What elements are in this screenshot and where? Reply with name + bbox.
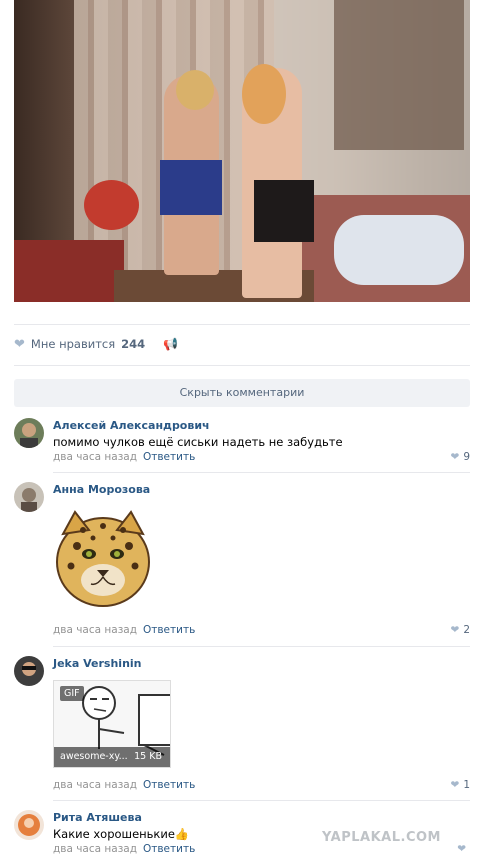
comment-meta: два часа назад Ответить	[53, 843, 195, 855]
divider	[14, 365, 470, 366]
avatar[interactable]	[14, 482, 44, 512]
avatar[interactable]	[14, 656, 44, 686]
heart-icon[interactable]: ❤	[451, 624, 460, 636]
post-photo[interactable]	[14, 0, 470, 302]
comment-author[interactable]: Рита Атяшева	[53, 811, 142, 824]
heart-icon[interactable]: ❤	[451, 779, 460, 791]
reply-link[interactable]: Ответить	[143, 779, 195, 791]
comment-meta: два часа назад Ответить	[53, 779, 195, 791]
comment-likes-count: 9	[463, 451, 470, 463]
like-button-label[interactable]: Мне нравится	[31, 337, 115, 351]
comment-likes-count: 1	[463, 779, 470, 791]
comment-likes[interactable]: ❤ 9	[451, 451, 471, 463]
divider	[53, 472, 470, 473]
heart-icon[interactable]: ❤	[451, 451, 460, 463]
comment-meta: два часа назад Ответить	[53, 624, 195, 636]
comment-time[interactable]: два часа назад	[53, 843, 137, 855]
avatar[interactable]	[14, 810, 44, 840]
comment-likes[interactable]: ❤ 1	[451, 779, 471, 791]
comment-author[interactable]: Анна Морозова	[53, 483, 150, 496]
comment-likes[interactable]: ❤ 2	[451, 624, 471, 636]
comment: Анна Морозова два часа назад Ответить ❤ 2	[14, 482, 470, 642]
comment-text: Какие хорошенькие👍	[53, 827, 190, 841]
like-count[interactable]: 244	[121, 337, 145, 351]
divider	[14, 324, 470, 325]
divider	[53, 646, 470, 647]
gif-badge: GIF	[60, 686, 84, 701]
gif-filename: awesome-xy...	[60, 751, 128, 762]
comment-likes[interactable]: ❤	[457, 843, 470, 855]
gif-info-bar: awesome-xy... 15 KB	[54, 747, 170, 767]
gif-size: 15 KB	[134, 751, 162, 762]
reply-link[interactable]: Ответить	[143, 624, 195, 636]
comment: Алексей Александрович помимо чулков ещё …	[14, 418, 470, 470]
comment-time[interactable]: два часа назад	[53, 624, 137, 636]
avatar[interactable]	[14, 418, 44, 448]
comment-author[interactable]: Jeka Vershinin	[53, 657, 142, 670]
watermark: YAPLAKAL.COM	[322, 830, 441, 845]
comment-author[interactable]: Алексей Александрович	[53, 419, 210, 432]
heart-icon[interactable]: ❤	[457, 843, 466, 855]
leopard-sticker	[53, 504, 153, 609]
share-megaphone-icon[interactable]: 📢	[163, 337, 178, 351]
heart-icon[interactable]: ❤	[14, 337, 25, 352]
divider	[53, 800, 470, 801]
reply-link[interactable]: Ответить	[143, 843, 195, 855]
comment-text: помимо чулков ещё сиськи надеть не забуд…	[53, 435, 343, 449]
reply-link[interactable]: Ответить	[143, 451, 195, 463]
like-bar: ❤ Мне нравится 244 📢	[14, 334, 178, 354]
comment-meta: два часа назад Ответить	[53, 451, 195, 463]
comment-likes-count: 2	[463, 624, 470, 636]
comment: Jeka Vershinin GIF awesome-xy... 15 KB д…	[14, 656, 470, 796]
hide-comments-button[interactable]: Скрыть комментарии	[14, 379, 470, 407]
comment-time[interactable]: два часа назад	[53, 779, 137, 791]
gif-attachment[interactable]: GIF awesome-xy... 15 KB	[53, 680, 171, 768]
comment-time[interactable]: два часа назад	[53, 451, 137, 463]
